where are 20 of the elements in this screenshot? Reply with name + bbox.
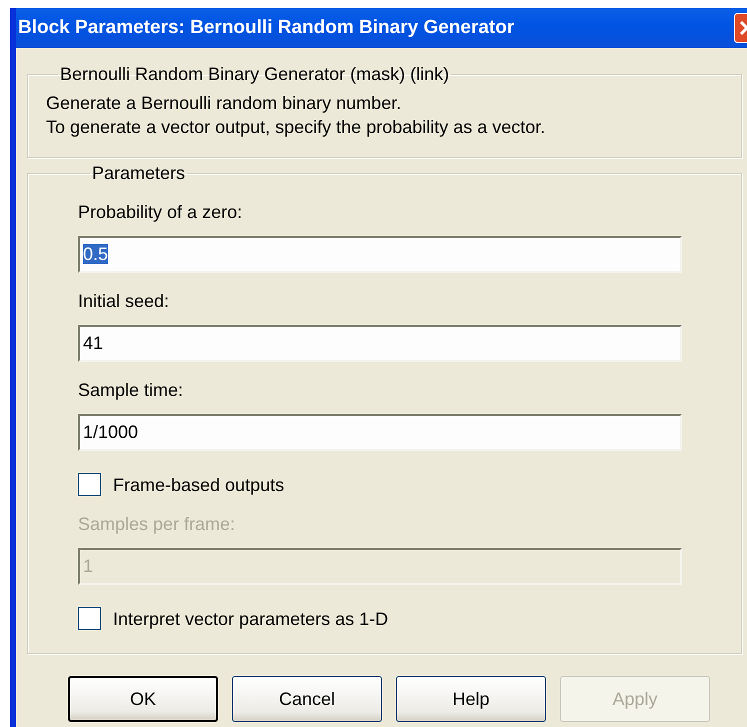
description-text: Generate a Bernoulli random binary number.: [46, 92, 402, 115]
dialog-button[interactable]: OK: [68, 676, 218, 722]
group-title: Parameters: [91, 162, 186, 184]
checkbox-label: Frame-based outputs: [113, 474, 284, 496]
input-field[interactable]: 0.5: [78, 236, 682, 273]
input-field[interactable]: 1/1000: [78, 414, 682, 451]
dialog-button[interactable]: Help: [396, 676, 546, 722]
dialog-button[interactable]: Cancel: [232, 676, 382, 722]
field-label: Initial seed:: [78, 290, 170, 312]
close-icon[interactable]: [734, 13, 747, 43]
input-field[interactable]: 41: [78, 325, 682, 362]
window-title: Block Parameters: Bernoulli Random Binary Generator: [17, 17, 514, 39]
field-label: Samples per frame:: [78, 513, 236, 535]
field-label: Probability of a zero:: [78, 201, 242, 223]
checkbox-label: Interpret vector parameters as 1-D: [113, 608, 388, 630]
description-text: To generate a vector output, specify the probability as a vector.: [46, 116, 546, 139]
checkbox[interactable]: [78, 607, 101, 630]
checkbox[interactable]: [78, 473, 101, 496]
field-label: Sample time:: [78, 379, 184, 401]
group-title: Bernoulli Random Binary Generator (mask) (link): [59, 63, 450, 85]
